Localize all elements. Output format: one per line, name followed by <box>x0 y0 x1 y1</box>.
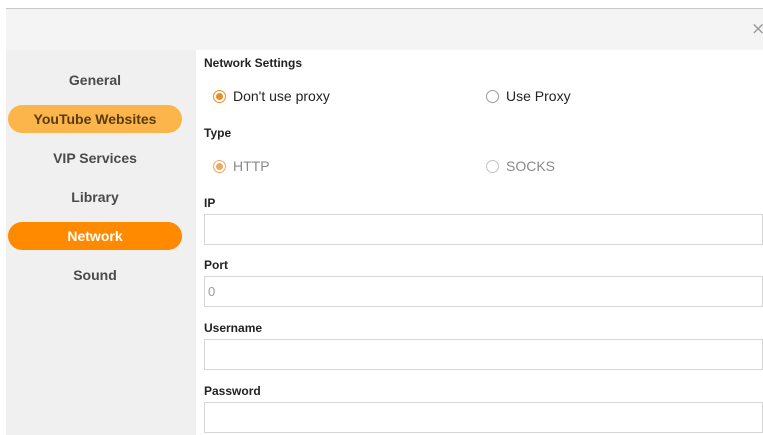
section-title: Network Settings <box>204 56 303 70</box>
sidebar-item-network[interactable]: Network <box>8 222 182 250</box>
ip-input[interactable] <box>204 214 763 245</box>
sidebar-item-youtube-websites[interactable]: YouTube Websites <box>8 105 182 133</box>
password-label: Password <box>204 384 261 398</box>
sidebar: General YouTube Websites VIP Services Li… <box>6 50 196 435</box>
radio-label: SOCKS <box>506 158 556 174</box>
sidebar-item-sound[interactable]: Sound <box>8 261 182 289</box>
radio-checked-icon <box>213 89 226 103</box>
title-bar: × <box>6 9 763 50</box>
radio-checked-icon <box>213 159 226 173</box>
sidebar-item-library[interactable]: Library <box>8 183 182 211</box>
port-input[interactable] <box>204 276 763 307</box>
type-label: Type <box>204 126 232 140</box>
username-input[interactable] <box>204 339 763 370</box>
sidebar-item-vip-services[interactable]: VIP Services <box>8 144 182 172</box>
radio-http[interactable]: HTTP <box>213 157 270 175</box>
radio-unchecked-icon <box>486 159 499 173</box>
radio-label: Use Proxy <box>506 88 571 104</box>
password-input[interactable] <box>204 402 763 433</box>
network-settings-panel: Network Settings Don't use proxy Use Pro… <box>196 50 763 435</box>
radio-use-proxy[interactable]: Use Proxy <box>486 87 571 105</box>
radio-unchecked-icon <box>486 89 499 103</box>
username-label: Username <box>204 321 263 335</box>
radio-label: HTTP <box>233 158 270 174</box>
close-icon[interactable]: × <box>751 20 763 38</box>
radio-label: Don't use proxy <box>233 88 330 104</box>
ip-label: IP <box>204 196 216 210</box>
port-label: Port <box>204 258 228 272</box>
sidebar-item-general[interactable]: General <box>8 66 182 94</box>
radio-dont-use-proxy[interactable]: Don't use proxy <box>213 87 330 105</box>
radio-socks[interactable]: SOCKS <box>486 157 555 175</box>
settings-window: × General YouTube Websites VIP Services … <box>6 8 763 435</box>
